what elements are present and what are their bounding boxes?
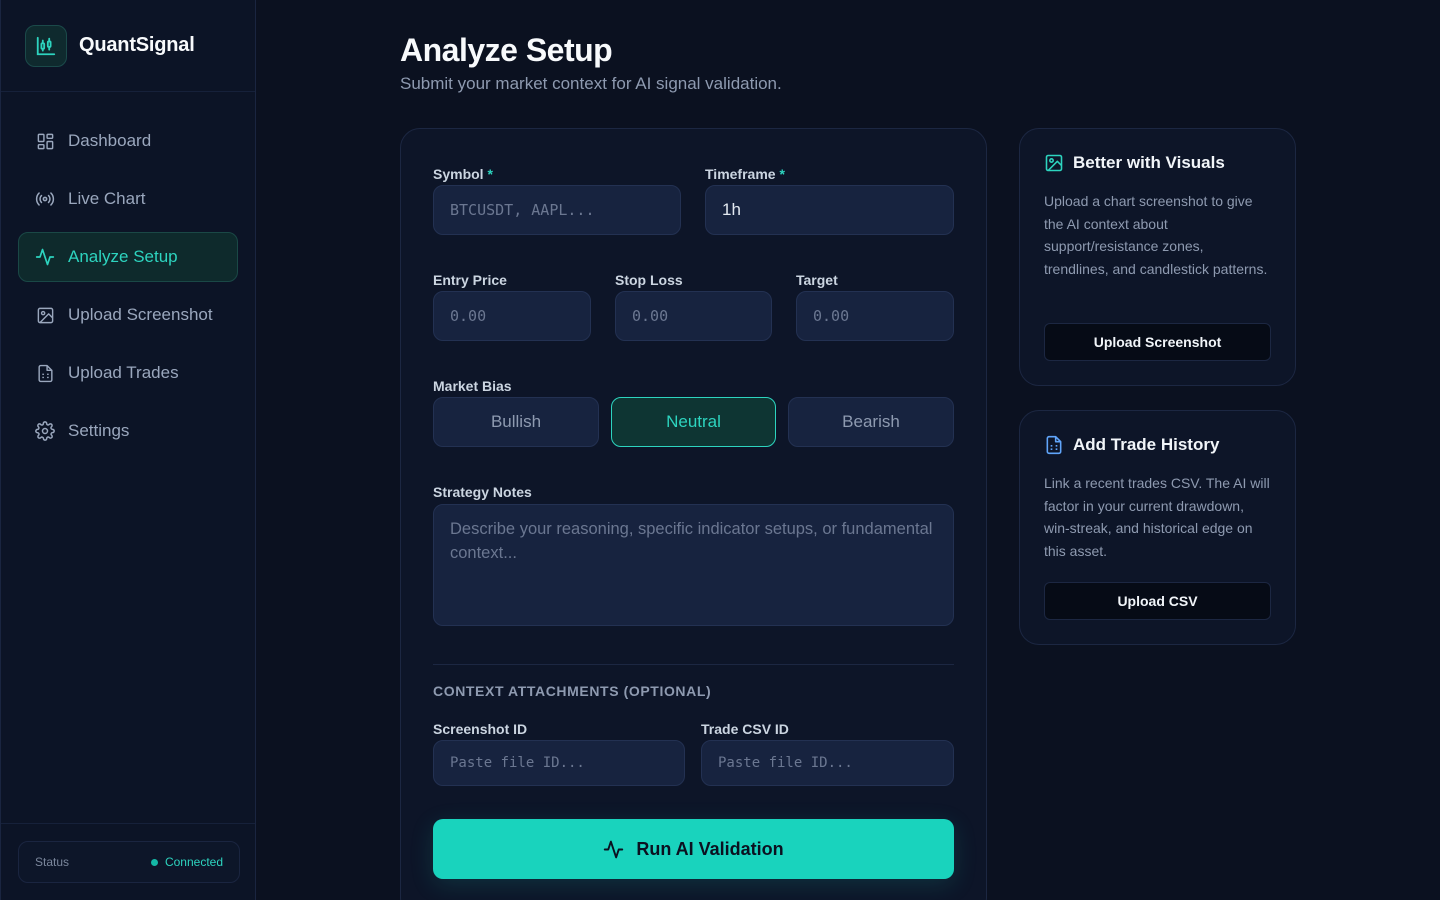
activity-icon — [603, 839, 624, 860]
entry-price-label: Entry Price — [433, 272, 507, 288]
visuals-card-body: Upload a chart screenshot to give the AI… — [1044, 193, 1268, 278]
visuals-card: Better with Visuals Upload a chart scree… — [1019, 128, 1296, 386]
strategy-notes-textarea[interactable]: Describe your reasoning, specific indica… — [433, 504, 954, 626]
sidebar-item-upload-trades[interactable]: Upload Trades — [18, 348, 238, 398]
sidebar: QuantSignal Dashboard Live Chart Analyze… — [0, 0, 256, 900]
brand[interactable]: QuantSignal — [1, 0, 255, 92]
visuals-card-title: Better with Visuals — [1044, 153, 1271, 173]
gear-icon — [35, 421, 55, 441]
trade-csv-id-input[interactable]: Paste file ID... — [701, 740, 954, 786]
target-label: Target — [796, 272, 838, 288]
stop-loss-input[interactable]: 0.00 — [615, 291, 772, 341]
upload-screenshot-button[interactable]: Upload Screenshot — [1044, 323, 1271, 361]
run-ai-validation-label: Run AI Validation — [636, 838, 784, 859]
status-value: Connected — [164, 855, 223, 869]
timeframe-input[interactable]: 1h — [705, 185, 954, 235]
brand-name: QuantSignal — [79, 34, 195, 56]
timeframe-label: Timeframe * — [705, 166, 785, 182]
sidebar-item-label: Analyze Setup — [68, 247, 178, 266]
file-text-icon — [1044, 435, 1064, 455]
strategy-notes-label: Strategy Notes — [433, 484, 532, 500]
page-subtitle: Submit your market context for AI signal… — [400, 74, 782, 93]
screenshot-id-input[interactable]: Paste file ID... — [433, 740, 685, 786]
sidebar-item-live-chart[interactable]: Live Chart — [18, 174, 238, 224]
stop-loss-label: Stop Loss — [615, 272, 683, 288]
sidebar-item-label: Settings — [68, 421, 130, 440]
sidebar-item-settings[interactable]: Settings — [18, 406, 238, 456]
trade-history-card: Add Trade History Link a recent trades C… — [1019, 410, 1296, 645]
file-text-icon — [35, 363, 55, 383]
attachments-heading: CONTEXT ATTACHMENTS (OPTIONAL) — [433, 683, 712, 699]
page-title: Analyze Setup — [400, 32, 613, 68]
screenshot-id-label: Screenshot ID — [433, 721, 528, 737]
analyze-form: Symbol * BTCUSDT, AAPL... Timeframe * 1h… — [400, 128, 987, 900]
trade-csv-id-label: Trade CSV ID — [701, 721, 789, 737]
symbol-label: Symbol * — [433, 166, 493, 182]
sidebar-item-label: Live Chart — [68, 189, 146, 208]
section-divider — [433, 664, 954, 665]
run-ai-validation-button[interactable]: Run AI Validation — [433, 819, 954, 879]
connection-status: Status Connected — [18, 841, 240, 883]
status-dot-icon — [150, 858, 158, 866]
dashboard-icon — [35, 131, 55, 151]
trade-history-card-title: Add Trade History — [1044, 435, 1271, 455]
image-icon — [35, 305, 55, 325]
image-icon — [1044, 153, 1064, 173]
market-bias-label: Market Bias — [433, 378, 512, 394]
sidebar-item-upload-screenshot[interactable]: Upload Screenshot — [18, 290, 238, 340]
upload-csv-button[interactable]: Upload CSV — [1044, 582, 1271, 620]
sidebar-item-label: Dashboard — [68, 131, 152, 150]
status-badge: Connected — [150, 855, 223, 869]
trade-history-card-body: Link a recent trades CSV. The AI will fa… — [1044, 475, 1270, 560]
sidebar-item-analyze-setup[interactable]: Analyze Setup — [18, 232, 238, 282]
logo-icon — [25, 24, 67, 67]
symbol-input[interactable]: BTCUSDT, AAPL... — [433, 185, 681, 235]
sidebar-divider — [1, 823, 255, 824]
sidebar-item-label: Upload Screenshot — [68, 305, 213, 324]
target-input[interactable]: 0.00 — [796, 291, 954, 341]
broadcast-icon — [35, 189, 55, 209]
sidebar-item-dashboard[interactable]: Dashboard — [18, 116, 238, 166]
status-label: Status — [35, 855, 70, 869]
bias-neutral-button[interactable]: Neutral — [611, 397, 776, 447]
bias-bearish-button[interactable]: Bearish — [788, 397, 954, 447]
sidebar-nav: Dashboard Live Chart Analyze Setup Uploa… — [1, 92, 255, 456]
sidebar-item-label: Upload Trades — [68, 363, 179, 382]
activity-icon — [35, 247, 55, 267]
entry-price-input[interactable]: 0.00 — [433, 291, 591, 341]
bias-bullish-button[interactable]: Bullish — [433, 397, 599, 447]
